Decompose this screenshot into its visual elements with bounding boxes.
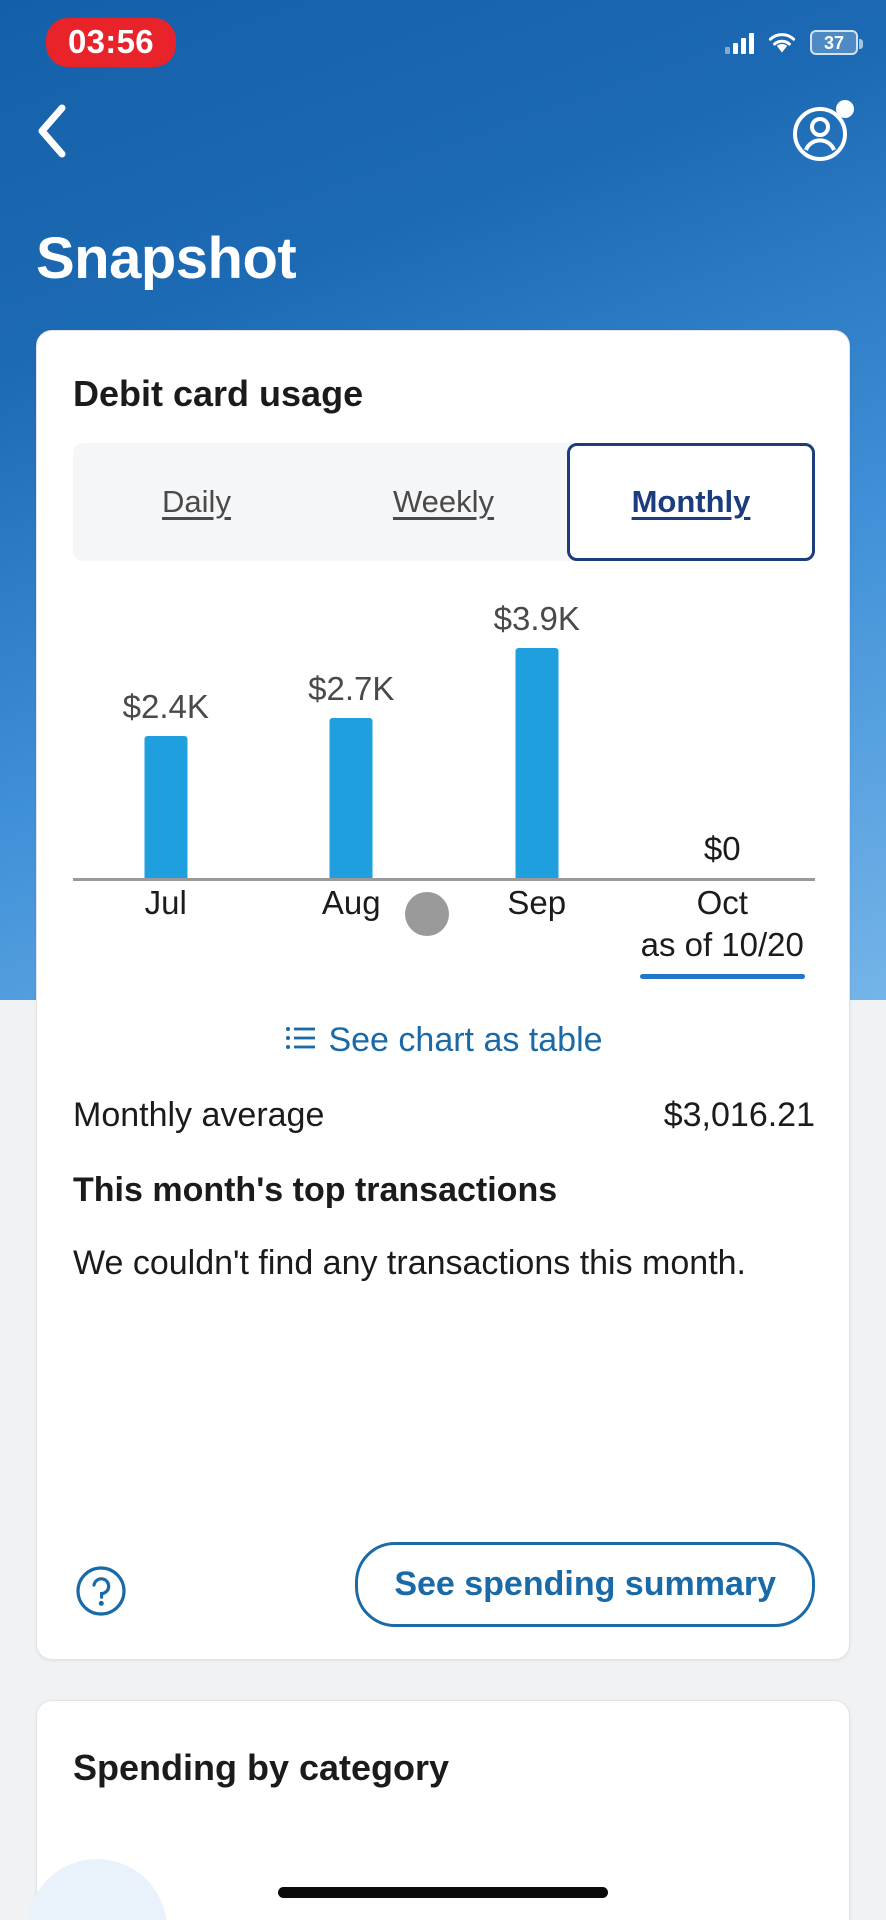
status-bar: 03:56 37	[0, 0, 886, 80]
card-title: Debit card usage	[73, 373, 364, 414]
see-chart-as-table-link[interactable]: See chart as table	[37, 1021, 851, 1060]
decorative-blob	[27, 1859, 167, 1920]
bar-column-jul[interactable]: $2.4K	[73, 618, 259, 878]
x-axis-label-sep-text: Sep	[507, 884, 567, 921]
wifi-icon	[767, 32, 797, 54]
see-chart-as-table-label: See chart as table	[328, 1021, 603, 1059]
recording-timer-pill[interactable]: 03:56	[46, 18, 176, 67]
monthly-average-value: $3,016.21	[663, 1096, 815, 1134]
no-transactions-message: We couldn't find any transactions this m…	[73, 1244, 746, 1282]
chart-axis-line	[73, 878, 815, 881]
bar-sep	[515, 648, 559, 878]
help-icon[interactable]	[75, 1565, 127, 1617]
tab-weekly[interactable]: Weekly	[320, 443, 567, 561]
bar-column-sep[interactable]: $3.9K	[444, 600, 630, 878]
status-bar-icons: 37	[725, 30, 863, 55]
spending-card-title: Spending by category	[73, 1747, 450, 1788]
bar-value-label-oct: $0	[703, 830, 741, 867]
home-indicator[interactable]	[278, 1887, 608, 1898]
bar-jul	[144, 736, 188, 878]
back-button[interactable]	[34, 96, 94, 166]
debit-card-usage-bar-chart[interactable]: $2.4K $2.7K $3.9K $0	[73, 581, 815, 881]
monthly-average-label: Monthly average	[73, 1096, 325, 1134]
tab-weekly-label: Weekly	[392, 484, 495, 519]
bar-value-label-sep: $3.9K	[493, 600, 580, 637]
bar-column-aug[interactable]: $2.7K	[259, 618, 445, 878]
bar-value-label-aug: $2.7K	[308, 670, 395, 707]
chart-touch-indicator	[405, 892, 449, 936]
bar-aug	[329, 718, 373, 878]
see-spending-summary-button[interactable]: See spending summary	[355, 1542, 815, 1627]
page-title: Snapshot	[36, 226, 297, 291]
x-axis-label-aug-text: Aug	[321, 884, 381, 921]
x-axis-label-sep[interactable]: Sep	[444, 884, 630, 922]
selected-period-underline	[639, 974, 805, 979]
battery-icon: 37	[810, 30, 863, 55]
x-axis-label-jul-text: Jul	[144, 884, 187, 921]
top-transactions-heading: This month's top transactions	[73, 1171, 558, 1209]
tab-monthly[interactable]: Monthly	[567, 443, 815, 561]
bar-column-oct[interactable]: $0	[630, 618, 816, 878]
x-axis-sublabel-oct: as of 10/20	[640, 926, 804, 963]
period-segmented-control: Daily Weekly Monthly	[73, 443, 815, 561]
signal-icon	[725, 32, 754, 54]
chart-x-axis: Jul Aug Sep Oct as of 10/20	[73, 884, 815, 994]
bar-value-label-jul: $2.4K	[122, 688, 209, 725]
debit-card-usage-card: Debit card usage Daily Weekly Monthly $2…	[36, 330, 850, 1660]
tab-daily-label: Daily	[162, 484, 231, 519]
profile-avatar-button[interactable]	[790, 98, 856, 164]
navigation-bar	[0, 92, 886, 170]
list-icon	[285, 1021, 316, 1060]
tab-monthly-label: Monthly	[631, 484, 751, 519]
monthly-average-row: Monthly average $3,016.21	[73, 1096, 815, 1135]
x-axis-label-jul[interactable]: Jul	[73, 884, 259, 922]
x-axis-label-oct-text: Oct	[696, 884, 748, 921]
x-axis-label-oct[interactable]: Oct as of 10/20	[630, 884, 816, 979]
tab-daily[interactable]: Daily	[73, 443, 320, 561]
battery-percent-label: 37	[823, 32, 845, 53]
